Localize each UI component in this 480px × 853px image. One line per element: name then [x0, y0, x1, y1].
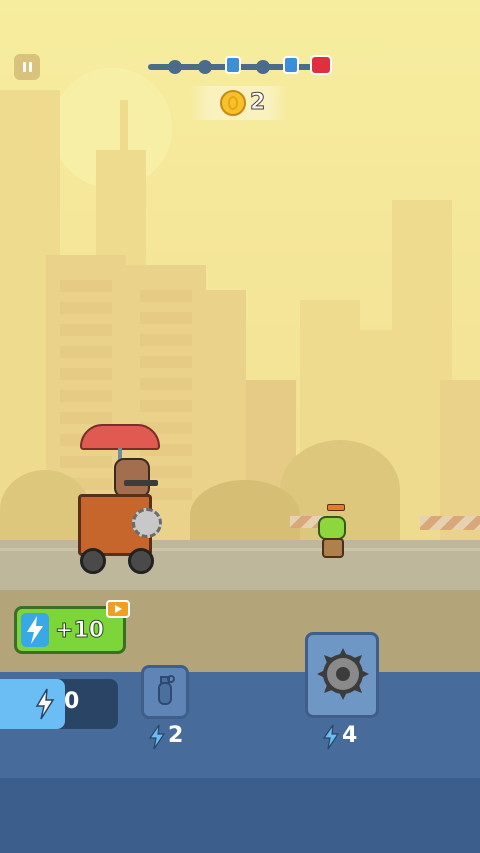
- wheel: [128, 548, 154, 574]
- saw-blade-cost-value: 4: [342, 723, 358, 748]
- gun: [124, 480, 158, 486]
- coin-counter: 2: [190, 86, 288, 120]
- coin-count: 2: [249, 90, 266, 116]
- far-building: [120, 100, 128, 160]
- pause-button[interactable]: [14, 54, 40, 80]
- saw-blade-icon: [317, 648, 369, 700]
- energy-bolt-icon: [35, 688, 55, 720]
- control-panel-base: [0, 778, 480, 853]
- energy-bolt-icon: [322, 724, 340, 750]
- barrier: [420, 516, 480, 530]
- shield-icon: [225, 56, 241, 74]
- enemy-health-bar: [327, 504, 345, 511]
- video-ad-icon: [106, 600, 130, 618]
- energy-bolt-icon: [148, 724, 166, 750]
- shield-icon: [283, 56, 299, 74]
- grenade-icon: [158, 675, 175, 705]
- energy-counter: 0: [0, 679, 118, 729]
- boss-skull-icon: [310, 55, 332, 75]
- energy-bolt-icon: [21, 613, 49, 647]
- zombie-body: [322, 538, 344, 558]
- gunner: [114, 458, 150, 498]
- background-sky: [0, 0, 480, 560]
- saw-blade-icon: [132, 508, 162, 538]
- energy-bonus-label: +10: [54, 618, 105, 644]
- pause-icon: [22, 62, 26, 72]
- progress-node: [168, 60, 182, 74]
- zombie-enemy: [316, 504, 352, 562]
- progress-node: [256, 60, 270, 74]
- wheel: [80, 548, 106, 574]
- unit-card-grenade[interactable]: [141, 665, 189, 719]
- saw-blade-cost: 4: [322, 722, 372, 752]
- grenade-cost: 2: [148, 722, 198, 752]
- grenade-cost-value: 2: [168, 723, 184, 748]
- player-cart: [74, 424, 174, 574]
- progress-node: [198, 60, 212, 74]
- zombie-head: [318, 516, 346, 540]
- coin-icon: [220, 90, 246, 116]
- wave-progress-bar: [148, 55, 332, 78]
- umbrella: [80, 424, 160, 450]
- energy-value: 0: [64, 689, 80, 714]
- unit-card-saw-blade[interactable]: [305, 632, 379, 718]
- road-edge: [0, 548, 480, 551]
